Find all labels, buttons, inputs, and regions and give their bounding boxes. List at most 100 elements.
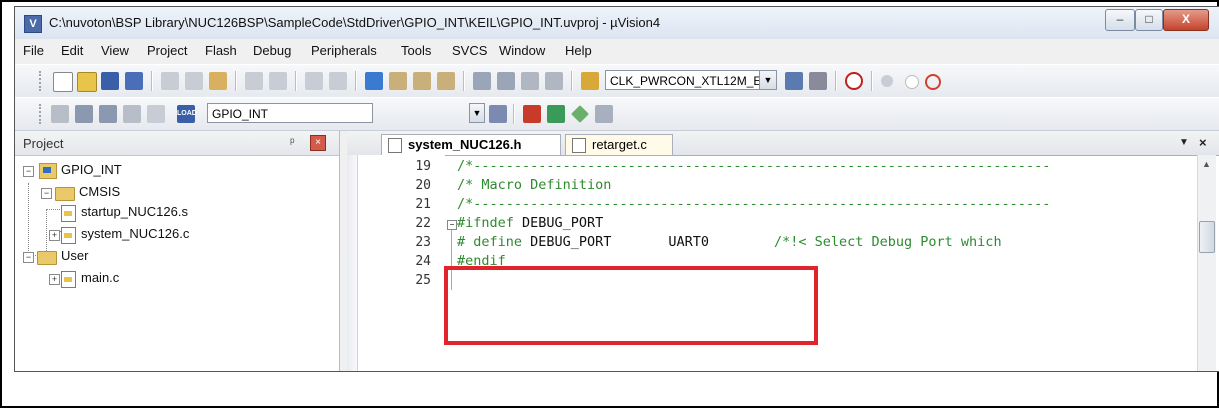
collapse-icon[interactable]: − <box>41 188 52 199</box>
uncomment-icon[interactable] <box>545 72 563 90</box>
code-text: DEBUG_PORT UART0 <box>522 234 709 250</box>
window-title: C:\nuvoton\BSP Library\NUC126BSP\SampleC… <box>49 15 661 30</box>
line-number: 19 <box>415 159 431 174</box>
download-icon[interactable]: LOAD <box>177 105 197 123</box>
tab-retarget-c[interactable]: retarget.c <box>565 134 673 155</box>
breakpoint-icon[interactable] <box>881 75 893 87</box>
open-folder-icon[interactable] <box>77 72 97 92</box>
build-icon[interactable] <box>75 105 93 123</box>
indent-icon[interactable] <box>473 72 491 90</box>
translate-icon[interactable] <box>51 105 69 123</box>
annotation-highlight-box <box>444 266 818 345</box>
maximize-button[interactable]: □ <box>1135 9 1163 31</box>
toolbar-separator <box>571 71 573 91</box>
tree-file-label: startup_NUC126.s <box>81 204 188 219</box>
save-all-icon[interactable] <box>125 72 143 90</box>
preprocessor-directive: #ifndef <box>457 215 514 231</box>
target-select[interactable]: GPIO_INT <box>207 103 373 123</box>
stop-build-icon[interactable] <box>147 105 165 123</box>
menu-project[interactable]: Project <box>147 43 187 58</box>
code-line-21[interactable]: /*--------------------------------------… <box>457 196 1050 212</box>
select-packs-icon[interactable] <box>571 105 589 123</box>
fold-collapse-icon[interactable]: − <box>447 220 457 230</box>
expand-icon[interactable]: + <box>49 274 60 285</box>
toolbar-build: LOAD GPIO_INT ▼ <box>15 97 1219 131</box>
target-dropdown[interactable]: ▼ <box>469 103 485 123</box>
toolbar-grip[interactable] <box>39 104 45 124</box>
line-number: 25 <box>415 273 431 288</box>
toolbar-separator <box>235 71 237 91</box>
code-line-22[interactable]: #ifndef DEBUG_PORT <box>457 215 603 231</box>
menu-edit[interactable]: Edit <box>61 43 83 58</box>
tab-system-nuc126-h[interactable]: system_NUC126.h <box>381 134 561 155</box>
expand-icon[interactable]: + <box>49 230 60 241</box>
collapse-icon[interactable]: − <box>23 166 34 177</box>
cut-icon[interactable] <box>161 72 179 90</box>
undo-icon[interactable] <box>245 72 263 90</box>
navigate-forward-icon[interactable] <box>329 72 347 90</box>
menu-svcs[interactable]: SVCS <box>452 43 487 58</box>
menu-tools[interactable]: Tools <box>401 43 431 58</box>
target-options-icon[interactable] <box>489 105 507 123</box>
disable-breakpoint-icon[interactable] <box>905 75 919 89</box>
toolbar-separator <box>835 71 837 91</box>
code-line-20[interactable]: /* Macro Definition <box>457 177 611 193</box>
pin-icon[interactable]: ᵖ <box>290 135 295 149</box>
find-combo[interactable]: CLK_PWRCON_XTL12M_EI ▼ <box>605 70 777 90</box>
new-file-icon[interactable] <box>53 72 73 92</box>
panel-close-icon[interactable]: × <box>310 135 326 151</box>
menu-window[interactable]: Window <box>499 43 545 58</box>
chevron-down-icon[interactable]: ▼ <box>759 71 776 89</box>
code-line-19[interactable]: /*--------------------------------------… <box>457 158 1050 174</box>
find-in-files-icon[interactable] <box>581 72 599 90</box>
toolbar-grip[interactable] <box>39 71 45 91</box>
collapse-icon[interactable]: − <box>23 252 34 263</box>
menu-peripherals[interactable]: Peripherals <box>311 43 377 58</box>
tab-list-icon[interactable]: ▼ <box>1179 137 1189 148</box>
next-bookmark-icon[interactable] <box>413 72 431 90</box>
close-button[interactable]: X <box>1163 9 1209 31</box>
project-panel: Project ᵖ × − GPIO_INT − CMSIS startup_N… <box>15 131 340 371</box>
tree-group-label: CMSIS <box>79 184 121 199</box>
code-line-23[interactable]: # define DEBUG_PORT UART0 /*!< Select De… <box>457 234 1002 250</box>
manage-components-icon[interactable] <box>523 105 541 123</box>
minimize-button[interactable]: – <box>1105 9 1135 31</box>
chevron-down-icon[interactable]: ▼ <box>470 104 484 122</box>
paste-icon[interactable] <box>209 72 227 90</box>
scroll-up-icon[interactable]: ▲ <box>1202 159 1211 169</box>
editor-vertical-scrollbar[interactable]: ▲ <box>1197 155 1216 371</box>
tree-connector <box>28 183 29 257</box>
bookmark-icon[interactable] <box>365 72 383 90</box>
menu-file[interactable]: File <box>23 43 44 58</box>
find-icon[interactable] <box>785 72 803 90</box>
kill-breakpoints-icon[interactable] <box>925 74 941 90</box>
navigate-back-icon[interactable] <box>305 72 323 90</box>
menu-flash[interactable]: Flash <box>205 43 237 58</box>
batch-build-icon[interactable] <box>123 105 141 123</box>
title-bar: V C:\nuvoton\BSP Library\NUC126BSP\Sampl… <box>15 7 1219 39</box>
settings-icon[interactable] <box>595 105 613 123</box>
code-text: DEBUG_PORT <box>513 215 604 231</box>
scroll-thumb[interactable] <box>1199 221 1215 253</box>
clear-bookmarks-icon[interactable] <box>437 72 455 90</box>
save-icon[interactable] <box>101 72 119 90</box>
unindent-icon[interactable] <box>497 72 515 90</box>
debug-session-icon[interactable] <box>845 72 863 90</box>
tab-close-icon[interactable]: × <box>1199 135 1207 150</box>
file-extensions-icon[interactable] <box>547 105 565 123</box>
incremental-find-icon[interactable] <box>809 72 827 90</box>
comment-icon[interactable] <box>521 72 539 90</box>
prev-bookmark-icon[interactable] <box>389 72 407 90</box>
toolbar-separator <box>463 71 465 91</box>
menu-help[interactable]: Help <box>565 43 592 58</box>
toolbar-separator <box>355 71 357 91</box>
line-number: 24 <box>415 254 431 269</box>
file-icon <box>61 205 76 222</box>
toolbar-file: CLK_PWRCON_XTL12M_EI ▼ <box>15 64 1219 98</box>
menu-view[interactable]: View <box>101 43 129 58</box>
menu-debug[interactable]: Debug <box>253 43 291 58</box>
redo-icon[interactable] <box>269 72 287 90</box>
rebuild-icon[interactable] <box>99 105 117 123</box>
project-panel-header: Project ᵖ × <box>15 131 339 156</box>
copy-icon[interactable] <box>185 72 203 90</box>
